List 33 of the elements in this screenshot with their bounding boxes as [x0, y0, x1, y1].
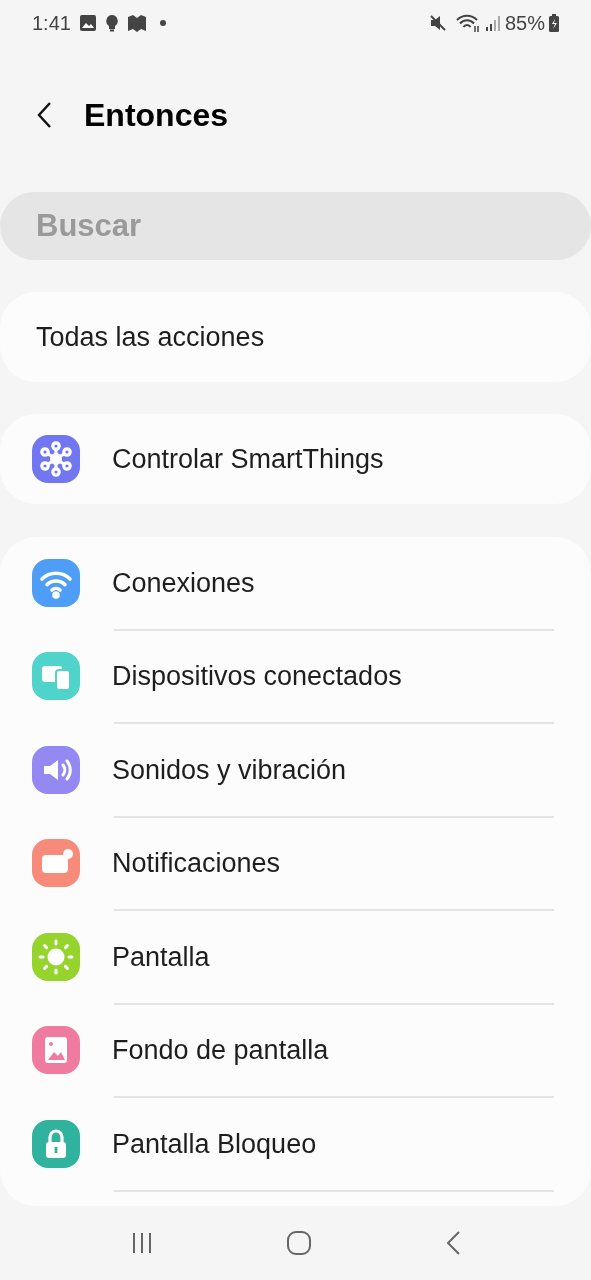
- settings-item[interactable]: Pantalla: [0, 911, 591, 1005]
- settings-item[interactable]: Notificaciones: [0, 817, 591, 911]
- settings-item[interactable]: Controlar SmartThings: [0, 414, 591, 504]
- settings-item[interactable]: Dispositivos conectados: [0, 630, 591, 724]
- item-label: Controlar SmartThings: [112, 442, 384, 476]
- signal-icon: [484, 13, 501, 32]
- item-label: Pantalla: [112, 940, 210, 974]
- map-icon: [126, 13, 147, 32]
- home-icon[interactable]: [286, 1229, 313, 1256]
- item-label: Fondo de pantalla: [112, 1034, 329, 1067]
- settings-item[interactable]: Pantalla Bloqueo: [0, 1098, 591, 1192]
- item-label: Dispositivos conectados: [112, 660, 402, 693]
- page-title: Entonces: [84, 96, 229, 135]
- mute-icon: [428, 13, 447, 32]
- gallery-icon: [78, 13, 97, 32]
- status-time: 1:41: [32, 10, 71, 36]
- all-actions-item[interactable]: Todas las acciones: [0, 292, 591, 382]
- back-nav-icon[interactable]: [444, 1229, 461, 1256]
- back-icon[interactable]: [36, 101, 52, 129]
- bulb-icon: [104, 13, 119, 32]
- item-label: Sonidos y vibración: [112, 753, 347, 787]
- settings-item[interactable]: Fondo de pantalla: [0, 1004, 591, 1098]
- settings-item[interactable]: Conexiones: [0, 537, 591, 631]
- settings-item[interactable]: Sonidos y vibración: [0, 724, 591, 818]
- item-label: Pantalla Bloqueo: [112, 1127, 317, 1161]
- dot-icon: [158, 18, 167, 27]
- wifi-icon: [454, 12, 481, 33]
- search-field[interactable]: Buscar: [0, 192, 591, 260]
- battery-icon: [549, 13, 559, 32]
- item-label: Notificaciones: [112, 847, 281, 880]
- item-label: Conexiones: [112, 566, 255, 600]
- battery-percent: 85%: [504, 10, 545, 36]
- item-label: Todas las acciones: [36, 320, 265, 354]
